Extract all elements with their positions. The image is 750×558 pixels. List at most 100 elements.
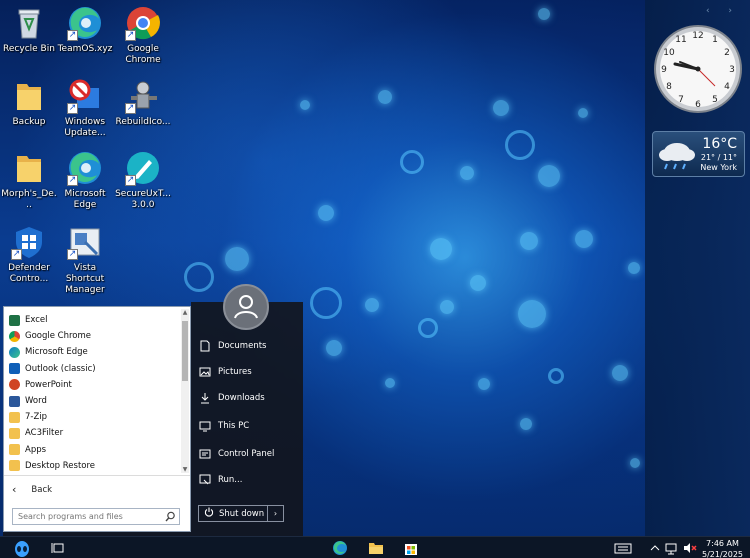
program-item-google-chrome[interactable]: Google Chrome — [6, 328, 182, 344]
place-control-panel[interactable]: Control Panel — [199, 445, 274, 463]
shortcut-arrow-icon: ↗ — [67, 249, 78, 260]
bokeh-ring — [400, 150, 424, 174]
apps-folder-icon — [9, 444, 20, 456]
gadget-sidebar: ‹ › 12 1 2 3 45 6 78 9 10 11 — [645, 0, 750, 536]
rebuild-icon: ↗ — [125, 78, 161, 114]
defender-icon: ↗ — [11, 224, 47, 260]
shortcut-arrow-icon: ↗ — [67, 175, 78, 186]
program-label: AC3Filter — [25, 428, 64, 439]
desktop-icon-vista-shortcut-manager[interactable]: ↗ Vista Shortcut Manager — [56, 224, 114, 296]
excel-icon — [9, 314, 20, 326]
desktop-icon-label: SecureUxT... 3.0.0 — [115, 189, 171, 210]
chevron-left-icon: ‹ — [12, 483, 17, 496]
shutdown-options-chevron-icon[interactable]: › — [267, 506, 283, 521]
place-this-pc[interactable]: This PC — [199, 417, 249, 435]
taskbar-edge-icon[interactable] — [332, 540, 348, 556]
shutdown-button[interactable]: Shut down › — [198, 505, 284, 522]
program-item-outlook[interactable]: Outlook (classic) — [6, 361, 182, 377]
task-view-icon[interactable] — [50, 540, 66, 556]
back-label: Back — [31, 484, 53, 495]
desktop-icon-rebuildico[interactable]: ↗ RebuildIco... — [114, 78, 172, 128]
desktop-icon-morphs-desktop[interactable]: Morph's_De... — [0, 150, 58, 211]
start-menu: Excel Google Chrome Microsoft Edge Outlo… — [3, 284, 303, 536]
bokeh-light — [378, 90, 392, 104]
shortcut-arrow-icon: ↗ — [67, 103, 78, 114]
place-label: Pictures — [218, 367, 252, 377]
desktop-icon-secureuxtheme[interactable]: ↗ SecureUxT... 3.0.0 — [114, 150, 172, 211]
search-input[interactable] — [13, 512, 158, 521]
program-item-desktop-restore[interactable]: Desktop Restore — [6, 458, 182, 474]
show-hidden-icons-chevron-icon[interactable] — [649, 540, 665, 556]
program-label: Google Chrome — [25, 331, 92, 342]
program-item-ac3filter[interactable]: AC3Filter — [6, 425, 182, 441]
weather-range: 21° / 11° — [700, 153, 737, 162]
program-item-excel[interactable]: Excel — [6, 312, 182, 328]
svg-text:7: 7 — [678, 95, 684, 105]
bokeh-light — [430, 238, 452, 260]
place-downloads[interactable]: Downloads — [199, 389, 265, 407]
shortcut-arrow-icon: ↗ — [11, 249, 22, 260]
desktop-icon-backup[interactable]: Backup — [0, 78, 58, 128]
place-run[interactable]: Run... — [199, 471, 242, 489]
search-box[interactable] — [12, 508, 180, 525]
desktop-icon-recycle-bin[interactable]: Recycle Bin — [0, 5, 58, 55]
windows-update-icon: ↗ — [67, 78, 103, 114]
desktop-icon-teamos[interactable]: ↗ TeamOS.xyz — [56, 5, 114, 55]
sidebar-nav-arrows[interactable]: ‹ › — [706, 6, 740, 16]
shortcut-arrow-icon: ↗ — [125, 175, 136, 186]
clock-time[interactable]: 7:46 AM — [700, 539, 745, 548]
folder-icon — [9, 427, 20, 439]
place-documents[interactable]: Documents — [199, 337, 266, 355]
taskbar: 7:46 AM 5/21/2025 — [0, 536, 750, 558]
start-orb-icon[interactable] — [13, 540, 29, 557]
volume-muted-icon[interactable] — [682, 540, 698, 556]
program-label: Outlook (classic) — [25, 363, 96, 374]
program-item-powerpoint[interactable]: PowerPoint — [6, 377, 182, 393]
recycle-bin-icon — [11, 5, 47, 41]
clock-date[interactable]: 5/21/2025 — [700, 550, 745, 558]
bokeh-light — [493, 100, 509, 116]
back-button[interactable]: ‹ Back — [12, 483, 52, 496]
svg-text:4: 4 — [724, 82, 730, 92]
program-item-7zip[interactable]: 7-Zip — [6, 409, 182, 425]
taskbar-store-icon[interactable] — [403, 540, 419, 556]
desktop-icon-windows-update[interactable]: ↗ Windows Update... — [56, 78, 114, 139]
secure-ux-icon: ↗ — [125, 150, 161, 186]
clock-gadget[interactable]: 12 1 2 3 45 6 78 9 10 11 — [653, 24, 743, 114]
download-icon — [199, 392, 211, 404]
document-icon — [199, 340, 211, 352]
chrome-icon: ↗ — [125, 5, 161, 41]
taskbar-file-explorer-icon[interactable] — [368, 540, 384, 556]
bokeh-light — [440, 300, 454, 314]
program-list-scrollbar[interactable]: ▲ ▼ — [181, 309, 189, 473]
scroll-down-icon[interactable]: ▼ — [181, 466, 189, 473]
program-label: 7-Zip — [25, 412, 48, 423]
bokeh-light — [612, 365, 628, 381]
vista-shortcut-icon: ↗ — [67, 224, 103, 260]
user-avatar[interactable] — [223, 284, 269, 330]
network-icon[interactable] — [664, 540, 680, 556]
desktop-icon-microsoft-edge[interactable]: ↗ Microsoft Edge — [56, 150, 114, 211]
place-pictures[interactable]: Pictures — [199, 363, 252, 381]
bokeh-ring — [310, 287, 342, 319]
desktop-icon-label: Defender Contro... — [8, 263, 50, 284]
desktop-icon-label: Recycle Bin — [3, 44, 55, 54]
program-item-microsoft-edge[interactable]: Microsoft Edge — [6, 344, 182, 360]
search-icon[interactable] — [165, 511, 176, 525]
bokeh-light — [318, 205, 334, 221]
program-label: PowerPoint — [25, 379, 72, 390]
scroll-up-icon[interactable]: ▲ — [181, 309, 189, 316]
desktop-icon-label: Morph's_De... — [1, 189, 57, 210]
keyboard-layout-icon[interactable] — [614, 540, 632, 556]
bokeh-light — [630, 458, 640, 468]
desktop-icon-defender-control[interactable]: ↗ Defender Contro... — [0, 224, 58, 285]
program-item-word[interactable]: Word — [6, 393, 182, 409]
weather-gadget[interactable]: 16°C 21° / 11° New York — [652, 131, 745, 177]
program-item-apps[interactable]: Apps — [6, 442, 182, 458]
bokeh-light — [470, 275, 486, 291]
desktop-icon-google-chrome[interactable]: ↗ Google Chrome — [114, 5, 172, 66]
scrollbar-thumb[interactable] — [182, 321, 188, 381]
svg-text:10: 10 — [663, 48, 675, 58]
weather-temperature: 16°C — [702, 136, 737, 152]
svg-text:8: 8 — [666, 82, 672, 92]
